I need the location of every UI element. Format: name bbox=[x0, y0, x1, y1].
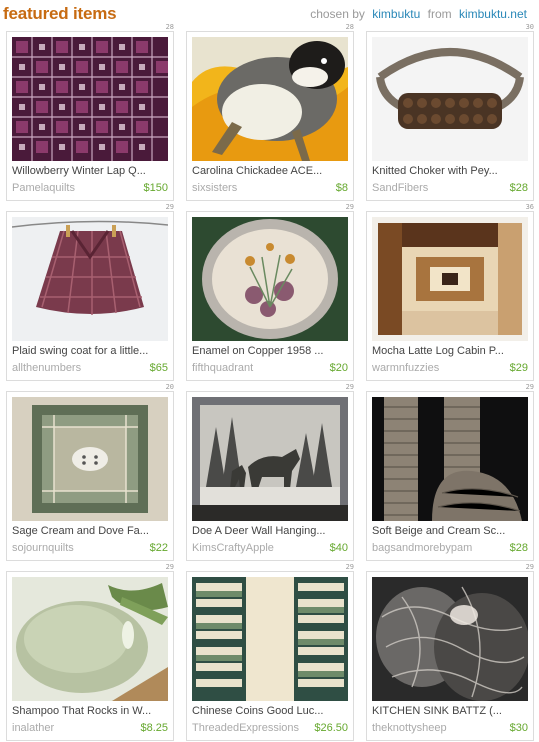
item-price: $65 bbox=[149, 362, 168, 374]
item-thumbnail[interactable] bbox=[372, 37, 528, 161]
item-number: 29 bbox=[165, 203, 174, 211]
item-card[interactable]: 30 Knitted Choker with Pey... SandFibers… bbox=[366, 23, 534, 201]
item-card[interactable]: 20 Sage Cream and Dove Fa... sojournquil… bbox=[6, 383, 174, 561]
item-name[interactable]: Shampoo That Rocks in W... bbox=[12, 705, 170, 717]
item-thumbnail[interactable] bbox=[192, 217, 348, 341]
item-thumbnail[interactable] bbox=[192, 577, 348, 701]
item-number: 28 bbox=[345, 23, 354, 31]
item-card[interactable]: 29 Enamel on Copper 1958 ... fifthquadra… bbox=[186, 203, 354, 381]
item-thumbnail[interactable] bbox=[372, 217, 528, 341]
item-card[interactable]: 28 Willowberry Winter Lap Q... Pamelaqui… bbox=[6, 23, 174, 201]
item-thumbnail[interactable] bbox=[12, 37, 168, 161]
item-name[interactable]: Knitted Choker with Pey... bbox=[372, 165, 530, 177]
item-shop[interactable]: bagsandmorebypam bbox=[372, 542, 472, 554]
item-name[interactable]: Willowberry Winter Lap Q... bbox=[12, 165, 170, 177]
item-price: $30 bbox=[509, 722, 528, 734]
item-number: 36 bbox=[525, 203, 534, 211]
item-number: 28 bbox=[165, 23, 174, 31]
item-shop[interactable]: KimsCraftyApple bbox=[192, 542, 274, 554]
item-price: $28 bbox=[509, 542, 528, 554]
item-number: 29 bbox=[525, 383, 534, 391]
item-number: 29 bbox=[345, 203, 354, 211]
item-thumbnail[interactable] bbox=[372, 577, 528, 701]
item-grid: 28 Willowberry Winter Lap Q... Pamelaqui… bbox=[0, 0, 539, 742]
item-card[interactable]: 29 Soft Beige and Cream Sc... bagsandmor… bbox=[366, 383, 534, 561]
item-price: $150 bbox=[143, 182, 168, 194]
item-name[interactable]: Enamel on Copper 1958 ... bbox=[192, 345, 350, 357]
item-name[interactable]: Soft Beige and Cream Sc... bbox=[372, 525, 530, 537]
item-card[interactable]: 29 Shampoo That Rocks in W... inalather … bbox=[6, 563, 174, 741]
item-card[interactable]: 29 Plaid swing coat for a little... allt… bbox=[6, 203, 174, 381]
item-shop[interactable]: fifthquadrant bbox=[192, 362, 253, 374]
item-shop[interactable]: inalather bbox=[12, 722, 54, 734]
item-shop[interactable]: ThreadedExpressions bbox=[192, 722, 299, 734]
item-card[interactable]: 29 Chinese Coins Good Luc... ThreadedExp… bbox=[186, 563, 354, 741]
item-number: 29 bbox=[345, 563, 354, 571]
item-name[interactable]: Doe A Deer Wall Hanging... bbox=[192, 525, 350, 537]
item-price: $29 bbox=[509, 362, 528, 374]
item-card[interactable]: 29 Doe A Deer Wall Hanging... KimsCrafty… bbox=[186, 383, 354, 561]
item-name[interactable]: Mocha Latte Log Cabin P... bbox=[372, 345, 530, 357]
item-price: $26.50 bbox=[314, 722, 348, 734]
item-thumbnail[interactable] bbox=[192, 397, 348, 521]
item-thumbnail[interactable] bbox=[12, 217, 168, 341]
item-shop[interactable]: allthenumbers bbox=[12, 362, 81, 374]
item-price: $8 bbox=[335, 182, 348, 194]
item-number: 29 bbox=[165, 563, 174, 571]
item-price: $20 bbox=[329, 362, 348, 374]
item-card[interactable]: 28 Carolina Chickadee ACE... sixsisters … bbox=[186, 23, 354, 201]
item-price: $28 bbox=[509, 182, 528, 194]
item-name[interactable]: Plaid swing coat for a little... bbox=[12, 345, 170, 357]
item-shop[interactable]: sojournquilts bbox=[12, 542, 74, 554]
item-price: $22 bbox=[149, 542, 168, 554]
item-number: 30 bbox=[525, 23, 534, 31]
item-name[interactable]: Sage Cream and Dove Fa... bbox=[12, 525, 170, 537]
item-name[interactable]: KITCHEN SINK BATTZ (... bbox=[372, 705, 530, 717]
item-name[interactable]: Chinese Coins Good Luc... bbox=[192, 705, 350, 717]
item-shop[interactable]: Pamelaquilts bbox=[12, 182, 75, 194]
item-price: $8.25 bbox=[140, 722, 168, 734]
item-shop[interactable]: SandFibers bbox=[372, 182, 428, 194]
item-thumbnail[interactable] bbox=[192, 37, 348, 161]
item-thumbnail[interactable] bbox=[12, 397, 168, 521]
item-shop[interactable]: sixsisters bbox=[192, 182, 237, 194]
item-thumbnail[interactable] bbox=[12, 577, 168, 701]
item-card[interactable]: 29 KITCHEN SINK BATTZ (... theknottyshee… bbox=[366, 563, 534, 741]
item-number: 29 bbox=[345, 383, 354, 391]
item-name[interactable]: Carolina Chickadee ACE... bbox=[192, 165, 350, 177]
item-thumbnail[interactable] bbox=[372, 397, 528, 521]
item-price: $40 bbox=[329, 542, 348, 554]
item-number: 29 bbox=[525, 563, 534, 571]
item-shop[interactable]: theknottysheep bbox=[372, 722, 447, 734]
item-number: 20 bbox=[165, 383, 174, 391]
item-card[interactable]: 36 Mocha Latte Log Cabin P... warmnfuzzi… bbox=[366, 203, 534, 381]
item-shop[interactable]: warmnfuzzies bbox=[372, 362, 439, 374]
